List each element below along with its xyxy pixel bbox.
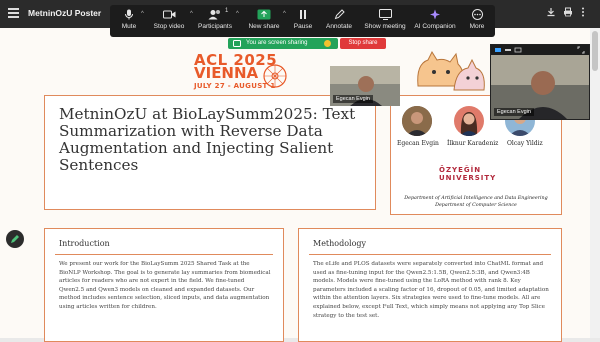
share-status-icon <box>233 40 241 47</box>
download-icon[interactable] <box>546 7 556 19</box>
view-mode-icons[interactable] <box>495 47 525 53</box>
expand-icon[interactable] <box>577 46 585 54</box>
document-title: MetninOzU Poster <box>28 8 102 18</box>
print-icon[interactable] <box>563 7 573 19</box>
section-divider <box>55 254 273 255</box>
meeting-controls-bar: Mute ^ Stop video ^ Participants 1 ^ New… <box>110 5 495 37</box>
scrollbar-thumb[interactable] <box>592 31 598 71</box>
introduction-section: Introduction We present our work for the… <box>44 228 284 342</box>
annotate-button[interactable]: Annotate <box>322 9 356 30</box>
chevron-up-icon[interactable]: ^ <box>236 11 239 17</box>
chevron-up-icon[interactable]: ^ <box>283 11 286 17</box>
pause-label: Pause <box>293 23 313 30</box>
department-line2: Department of Computer Science <box>435 203 517 208</box>
university-name-line2: UNIVERSITY <box>439 174 497 182</box>
stop-video-button[interactable]: Stop video <box>150 9 188 30</box>
author-name: Egecan Evgin <box>397 140 439 147</box>
stop-video-label: Stop video <box>153 23 185 30</box>
university-logo: ÖZYEĞİN UNIVERSITY <box>439 166 496 182</box>
section-body: We present our work for the BioLaySumm 2… <box>59 261 271 310</box>
author-name: Olcay Yildiz <box>507 140 543 147</box>
participant-name: Egecan Evgin <box>494 108 534 116</box>
section-body: The eLife and PLOS datasets were separat… <box>313 261 549 319</box>
pause-share-button[interactable]: Pause <box>290 9 316 30</box>
poster-title: MetninOzU at BioLaySumm2025: Text Summar… <box>59 105 356 174</box>
participant-name: Egecan Evgin <box>333 95 373 103</box>
author-photo <box>454 106 484 136</box>
show-meeting-label: Show meeting <box>364 23 406 30</box>
annotate-label: Annotate <box>325 23 353 30</box>
pause-icon <box>300 10 306 19</box>
department-line1: Department of Artificial Intelligence an… <box>404 196 548 201</box>
author-name: İlknur Karadeniz <box>447 140 499 147</box>
chevron-up-icon[interactable]: ^ <box>141 11 144 17</box>
participants-icon <box>208 10 220 20</box>
more-label: More <box>469 23 485 30</box>
more-vert-icon[interactable] <box>580 7 586 19</box>
sharing-status[interactable]: You are screen sharing <box>228 38 338 49</box>
video-tile-small[interactable]: Egecan Evgin <box>330 66 400 106</box>
section-heading: Introduction <box>59 239 110 248</box>
university-name-line1: ÖZYEĞİN <box>439 166 482 174</box>
stop-share-label: Stop share <box>348 40 378 46</box>
mute-button[interactable]: Mute <box>118 9 140 30</box>
more-horizontal-icon <box>471 9 483 20</box>
video-tile-large[interactable]: Egecan Evgin <box>490 44 590 120</box>
conference-dates: JULY 27 - AUGUST 1 <box>194 82 276 90</box>
department-text: Department of Artificial Intelligence an… <box>401 195 551 209</box>
ai-companion-label: AI Companion <box>414 23 456 30</box>
annotate-pen-button[interactable] <box>6 230 24 248</box>
more-button[interactable]: More <box>466 9 488 30</box>
microphone-icon <box>125 9 133 20</box>
video-camera-icon <box>162 10 175 19</box>
cat-illustration <box>417 50 485 91</box>
participant-count: 1 <box>225 8 229 14</box>
video-tile-header <box>491 45 589 55</box>
menu-icon[interactable] <box>8 8 19 18</box>
ai-companion-button[interactable]: AI Companion <box>412 9 458 30</box>
new-share-label: New share <box>248 23 280 30</box>
participants-label: Participants <box>198 23 232 30</box>
conference-logo: ACL 2025 VIENNA JULY 27 - AUGUST 1 <box>194 53 277 93</box>
mute-label: Mute <box>121 23 137 30</box>
pencil-icon <box>11 235 19 243</box>
section-heading: Methodology <box>313 239 367 248</box>
author-photo <box>402 106 432 136</box>
monitor-icon <box>378 9 392 20</box>
annotate-icon <box>334 9 345 20</box>
chevron-up-icon[interactable]: ^ <box>190 11 193 17</box>
scrollbar[interactable] <box>590 28 600 338</box>
section-divider <box>309 254 551 255</box>
new-share-button[interactable]: New share <box>245 9 283 30</box>
share-screen-icon <box>257 9 271 20</box>
screen-sharing-banner: You are screen sharing Stop share <box>228 38 386 49</box>
poster-title-box: MetninOzU at BioLaySumm2025: Text Summar… <box>44 95 376 210</box>
pause-indicator-icon <box>324 40 331 47</box>
methodology-section: Methodology The eLife and PLOS datasets … <box>298 228 562 342</box>
show-meeting-button[interactable]: Show meeting <box>362 9 408 30</box>
sharing-status-text: You are screen sharing <box>246 40 308 46</box>
sparkle-icon <box>430 9 440 20</box>
stop-share-button[interactable]: Stop share <box>340 38 386 49</box>
